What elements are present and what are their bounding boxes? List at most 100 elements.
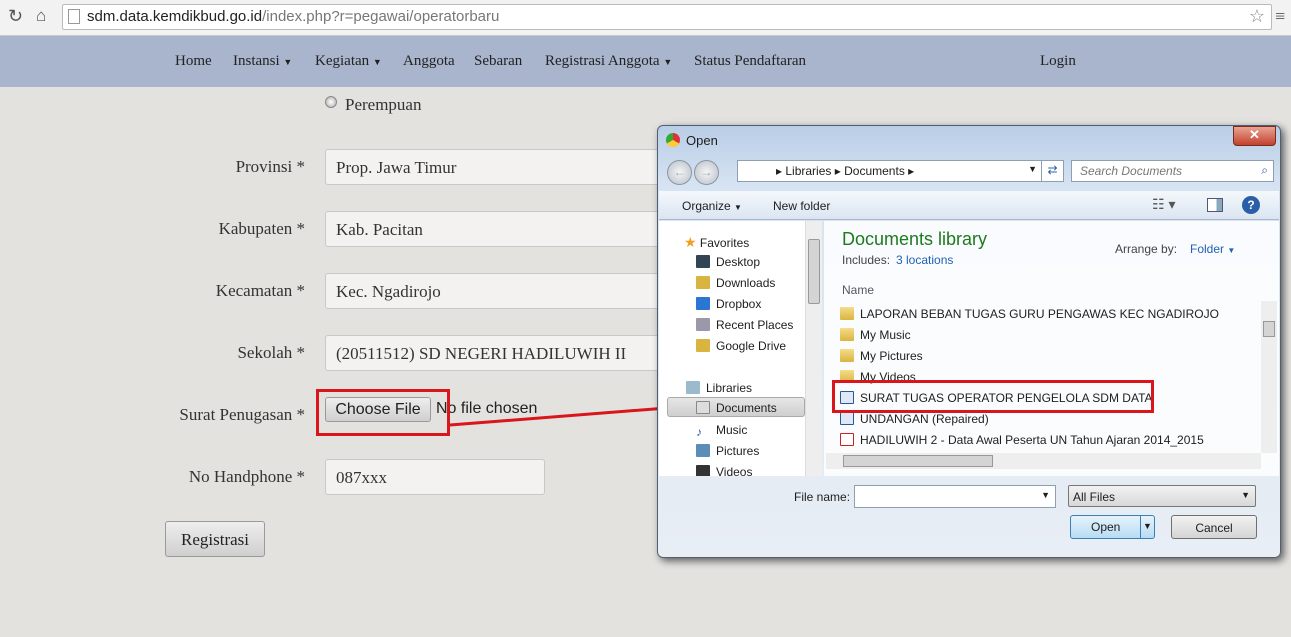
url-host: sdm.data.kemdikbud.go.id [87,8,263,25]
file-type-select[interactable]: All Files ▼ [1068,485,1256,507]
tree-documents-label: Documents [716,401,777,415]
caret-icon: ▼ [663,57,673,67]
tree-libraries[interactable]: Libraries [706,381,752,395]
nav-label: Instansi [233,53,280,69]
tree-desktop[interactable]: Desktop [716,255,760,269]
dialog-title: Open [686,133,718,148]
close-button[interactable]: ✕ [1233,126,1276,146]
file-name-label: File name: [794,490,851,504]
videos-icon [696,465,710,476]
chevron-icon: ▸ [834,164,841,178]
provinsi-label: Provinsi * [235,157,305,176]
file-item[interactable]: My Music [840,328,911,342]
new-folder-button[interactable]: New folder [773,199,830,213]
no-handphone-input[interactable]: 087xxx [325,459,545,495]
command-bar: Organize ▼ New folder ☷ ▾ ? [659,191,1279,220]
preview-pane-icon[interactable] [1207,198,1223,212]
library-title: Documents library [842,229,988,249]
desktop-icon [696,255,710,268]
organize-label: Organize [682,199,731,213]
tree-pictures[interactable]: Pictures [716,444,759,458]
file-name: My Music [860,328,911,342]
dropdown-icon: ▼ [1041,490,1050,500]
page-icon [68,9,80,24]
tree-recent-places[interactable]: Recent Places [716,318,793,332]
scroll-thumb[interactable] [808,239,820,304]
menu-icon[interactable]: ≡ [1275,6,1285,27]
search-placeholder: Search Documents [1080,164,1183,178]
nav-instansi[interactable]: Instansi ▼ [233,53,292,70]
home-icon[interactable]: ⌂ [36,6,46,26]
tree-dropbox[interactable]: Dropbox [716,297,761,311]
tree-music[interactable]: Music [716,423,747,437]
file-pane: Documents library Includes: 3 locations … [824,221,1279,476]
scroll-thumb[interactable] [843,455,993,467]
highlight-box-file [832,380,1154,413]
navigation-pane: ★ Favorites Desktop Downloads Dropbox Re… [659,221,822,476]
breadcrumb-libraries[interactable]: Libraries [785,164,831,178]
arrange-by-label: Arrange by: [1115,242,1178,256]
google-drive-icon [696,339,710,352]
tree-google-drive[interactable]: Google Drive [716,339,786,353]
nav-home[interactable]: Home [175,53,212,70]
sekolah-select[interactable]: (20511512) SD NEGERI HADILUWIH II [325,335,665,371]
dropbox-icon [696,297,710,310]
file-list-vscrollbar[interactable] [1261,301,1277,453]
file-name-input[interactable]: ▼ [854,485,1056,508]
registrasi-button[interactable]: Registrasi [165,521,265,557]
help-icon[interactable]: ? [1242,196,1260,214]
cancel-button[interactable]: Cancel [1171,515,1257,539]
arrange-value: Folder [1190,242,1225,256]
nav-sebaran[interactable]: Sebaran [474,53,522,70]
downloads-icon [696,276,710,289]
nav-registrasi-anggota[interactable]: Registrasi Anggota ▼ [545,53,672,70]
open-dropdown-icon[interactable]: ▼ [1140,516,1154,538]
pictures-icon [696,444,710,457]
search-documents-input[interactable]: Search Documents ⌕ [1071,160,1274,182]
organize-button[interactable]: Organize ▼ [682,199,742,213]
kabupaten-select[interactable]: Kab. Pacitan [325,211,665,247]
file-list-hscrollbar[interactable] [826,453,1261,469]
forward-button[interactable]: → [694,160,719,185]
nav-kegiatan[interactable]: Kegiatan ▼ [315,53,382,70]
nav-status-pendaftaran[interactable]: Status Pendaftaran [694,53,806,70]
libraries-icon [686,381,700,394]
reload-icon[interactable]: ↻ [8,6,23,27]
address-bar[interactable]: sdm.data.kemdikbud.go.id/index.php?r=peg… [62,4,1272,30]
caret-icon: ▼ [1227,246,1236,255]
tree-videos[interactable]: Videos [716,465,752,476]
arrange-by-dropdown[interactable]: Folder ▼ [1190,242,1235,256]
caret-icon: ▼ [372,57,382,67]
nav-login[interactable]: Login [1040,53,1076,70]
refresh-icon[interactable]: ⇄ [1041,160,1063,182]
back-button[interactable]: ← [667,160,692,185]
column-header-name[interactable]: Name [842,283,874,297]
view-options-icon[interactable]: ☷ ▾ [1152,196,1175,213]
open-button[interactable]: Open ▼ [1070,515,1155,539]
bookmark-star-icon[interactable]: ☆ [1249,6,1265,27]
file-name: UNDANGAN (Repaired) [860,412,989,426]
file-item[interactable]: LAPORAN BEBAN TUGAS GURU PENGAWAS KEC NG… [840,307,1219,321]
breadcrumb-bar[interactable]: ▸ Libraries ▸ Documents ▸ ▼ ⇄ [737,160,1064,182]
breadcrumb-documents[interactable]: Documents [844,164,905,178]
includes-label: Includes: [842,253,891,267]
file-item[interactable]: UNDANGAN (Repaired) [840,412,989,426]
scroll-thumb[interactable] [1263,321,1275,337]
file-item[interactable]: My Pictures [840,349,923,363]
nav-anggota[interactable]: Anggota [403,53,455,70]
caret-icon: ▼ [283,57,293,67]
chrome-icon [666,133,680,147]
tree-downloads[interactable]: Downloads [716,276,775,290]
documents-icon [696,401,710,414]
file-item[interactable]: HADILUWIH 2 - Data Awal Peserta UN Tahun… [840,433,1204,447]
provinsi-select[interactable]: Prop. Jawa Timur [325,149,665,185]
file-name: LAPORAN BEBAN TUGAS GURU PENGAWAS KEC NG… [860,307,1219,321]
locations-link[interactable]: 3 locations [896,253,953,267]
kecamatan-select[interactable]: Kec. Ngadirojo [325,273,665,309]
open-label: Open [1091,520,1121,534]
tree-documents[interactable]: Documents [667,397,805,417]
tree-favorites[interactable]: Favorites [700,236,749,250]
radio-perempuan[interactable] [325,96,337,108]
dropdown-icon[interactable]: ▼ [1028,164,1037,174]
nav-pane-scrollbar[interactable] [805,221,822,476]
